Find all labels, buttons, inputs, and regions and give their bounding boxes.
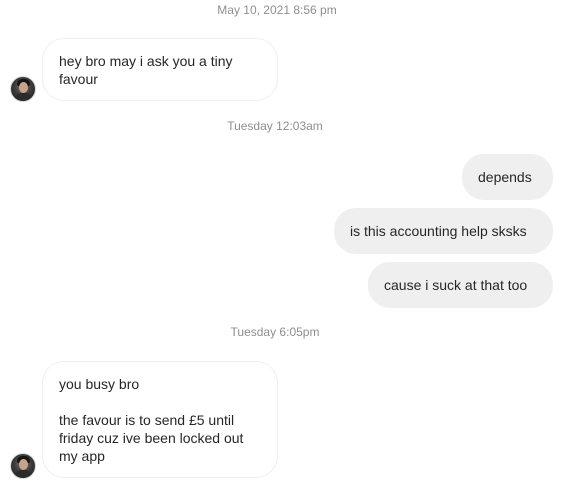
message-line-break <box>59 393 261 411</box>
sender-avatar[interactable] <box>10 76 36 102</box>
incoming-message-bubble[interactable]: hey bro may i ask you a tiny favour <box>42 38 278 101</box>
message-text: favour <box>59 71 98 87</box>
avatar-body <box>14 470 33 478</box>
message-text: depends <box>478 169 532 185</box>
outgoing-message-bubble[interactable]: is this accounting help sksks <box>334 208 553 254</box>
timestamp: Tuesday 12:03am <box>227 119 323 133</box>
message-text: hey bro may i ask you a tiny <box>59 53 233 69</box>
outgoing-message-bubble[interactable]: cause i suck at that too <box>368 262 553 308</box>
sender-avatar[interactable] <box>10 453 36 479</box>
avatar-body <box>14 93 33 101</box>
outgoing-message-bubble[interactable]: depends <box>462 154 553 200</box>
message-text: cause i suck at that too <box>384 277 528 293</box>
avatar-face <box>19 82 28 93</box>
message-text: the favour is to send £5 until <box>59 412 235 428</box>
incoming-message-bubble[interactable]: you busy bro the favour is to send £5 un… <box>42 361 278 478</box>
timestamp: May 10, 2021 8:56 pm <box>217 3 337 17</box>
avatar-face <box>19 459 28 470</box>
timestamp: Tuesday 6:05pm <box>230 325 320 339</box>
message-text: you busy bro <box>59 376 140 392</box>
message-text: friday cuz ive been locked out <box>59 430 244 446</box>
message-text: is this accounting help sksks <box>350 223 527 239</box>
message-text: my app <box>59 448 105 464</box>
